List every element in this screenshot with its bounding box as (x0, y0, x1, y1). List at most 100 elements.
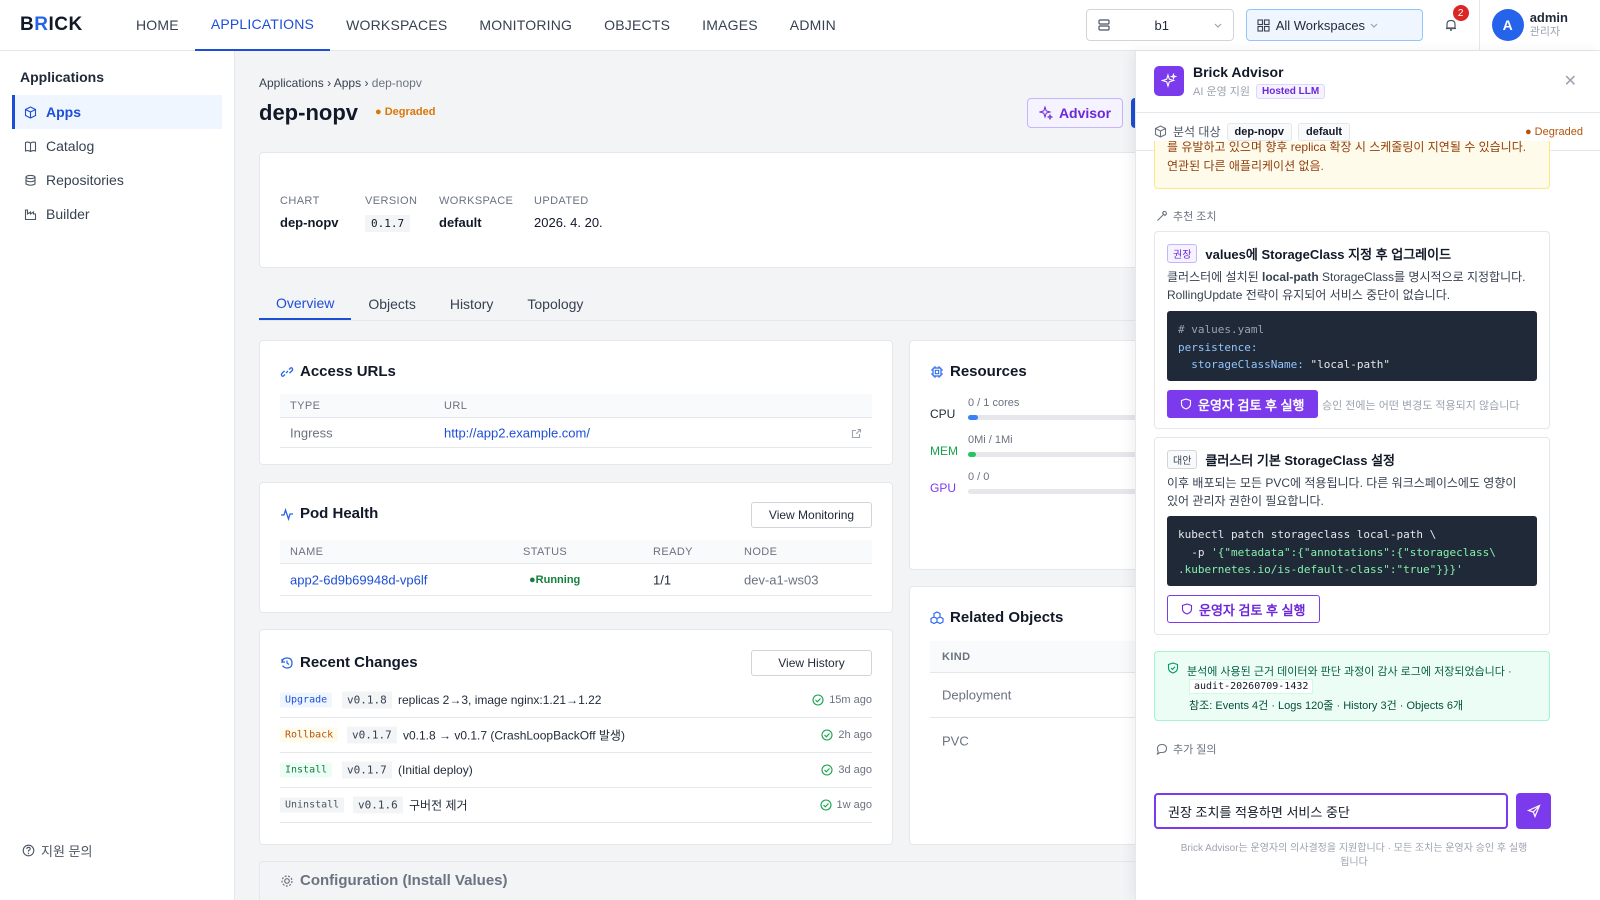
external-link-icon[interactable] (851, 428, 862, 439)
pod-name-link[interactable]: app2-6d9b69948d-vp6lf (290, 572, 427, 587)
factory-icon (24, 208, 38, 221)
advisor-header: Brick Advisor AI 운영 지원 Hosted LLM ✕ (1136, 51, 1600, 113)
recommended-tag: 권장 (1167, 244, 1198, 263)
card-title: Access URLs (280, 363, 396, 380)
recommendation-description: 클러스터에 설치된 local-path StorageClass를 명시적으로… (1167, 270, 1526, 302)
run-after-review-button[interactable]: 운영자 검토 후 실행 (1167, 595, 1320, 623)
card-title: Resources (930, 363, 1027, 380)
sidebar-item-repositories[interactable]: Repositories (12, 163, 222, 197)
tab-history[interactable]: History (433, 288, 511, 320)
recommendation-title: 대안 클러스터 기본 StorageClass 설정 (1167, 450, 1395, 469)
main-nav: HOME APPLICATIONS WORKSPACES MONITORING … (120, 0, 852, 51)
view-monitoring-button[interactable]: View Monitoring (751, 502, 872, 528)
send-button[interactable] (1516, 793, 1551, 829)
check-circle-icon (821, 729, 833, 741)
help-circle-icon (22, 844, 35, 857)
tab-topology[interactable]: Topology (510, 288, 600, 320)
cube-icon (24, 105, 38, 119)
meta-version: VERSION 0.1.7 (365, 195, 418, 232)
brick-logo[interactable]: BRICK (20, 14, 120, 36)
view-history-button[interactable]: View History (751, 650, 872, 676)
recent-changes-card: Recent Changes View History Upgrade v0.1… (259, 629, 893, 845)
cluster-value: b1 (1154, 17, 1169, 33)
history-icon (281, 656, 293, 669)
wrench-icon (1157, 210, 1168, 221)
advisor-button[interactable]: Advisor (1027, 98, 1123, 128)
notification-count-badge: 2 (1452, 5, 1469, 21)
send-icon (1526, 804, 1541, 818)
divider (1478, 0, 1480, 51)
cubes-icon (930, 610, 944, 624)
pod-health-card: Pod Health View Monitoring NAME STATUS R… (259, 482, 893, 613)
change-row: Upgrade v0.1.8 replicas 2→3, image nginx… (280, 683, 872, 718)
check-circle-icon (821, 764, 833, 776)
activity-icon (281, 507, 293, 521)
audit-id[interactable]: audit-20260709-1432 (1189, 679, 1314, 694)
shield-icon (1181, 603, 1193, 615)
sidebar-item-catalog[interactable]: Catalog (12, 129, 222, 163)
user-avatar[interactable]: A (1491, 9, 1524, 41)
support-label: 지원 문의 (41, 844, 93, 859)
user-menu[interactable]: admin 관리자 (1529, 10, 1568, 39)
audit-log-notice: 분석에 사용된 근거 데이터와 판단 과정이 감사 로그에 저장되었습니다 · … (1154, 651, 1550, 721)
workspace-value: All Workspaces (1275, 17, 1366, 33)
nav-workspaces[interactable]: WORKSPACES (330, 0, 463, 51)
nav-home[interactable]: HOME (120, 0, 195, 51)
tab-objects[interactable]: Objects (351, 288, 432, 320)
nav-monitoring[interactable]: MONITORING (463, 0, 588, 51)
table-row: Ingress http://app2.example.com/ (280, 418, 872, 448)
detail-tabs: Overview Objects History Topology (259, 288, 1259, 321)
nav-admin[interactable]: ADMIN (774, 0, 852, 51)
meta-workspace: WORKSPACE default (439, 195, 514, 230)
close-icon[interactable]: ✕ (1564, 71, 1577, 91)
breadcrumb-apps[interactable]: Apps (334, 76, 361, 90)
tab-overview[interactable]: Overview (259, 288, 352, 320)
nav-images[interactable]: IMAGES (686, 0, 774, 51)
followup-section-label: 추가 질의 (1156, 741, 1217, 757)
sparkle-icon (1038, 106, 1053, 120)
card-title: Configuration (Install Values) (280, 872, 508, 889)
sidebar-item-apps[interactable]: Apps (12, 95, 222, 129)
run-after-review-button[interactable]: 운영자 검토 후 실행 (1167, 390, 1318, 418)
link-icon (280, 366, 294, 377)
advisor-button-label: Advisor (1058, 105, 1112, 121)
advisor-question-input[interactable]: 권장 조치를 적용하면 서비스 중단 (1154, 793, 1508, 829)
sidebar-item-label: Apps (46, 104, 81, 120)
sparkle-icon (1161, 73, 1177, 88)
meta-updated: UPDATED 2026. 4. 20. (534, 195, 603, 230)
meta-chart: CHART dep-nopv (280, 195, 339, 230)
sidebar: Applications Apps Catalog Repositories B… (0, 51, 235, 900)
nav-applications[interactable]: APPLICATIONS (194, 0, 331, 51)
page-title: dep-nopv (259, 100, 358, 125)
breadcrumb-applications[interactable]: Applications (259, 76, 324, 90)
breadcrumb-separator: › (327, 76, 332, 90)
advisor-panel: Brick Advisor AI 운영 지원 Hosted LLM ✕ 분석 대… (1135, 51, 1600, 900)
recommend-section-label: 추천 조치 (1156, 208, 1217, 224)
sidebar-title: Applications (20, 69, 105, 85)
top-right-controls: b1 All Workspaces 2 A admin 관리자 (1085, 0, 1600, 51)
breadcrumb-separator: › (364, 76, 369, 90)
alternative-tag: 대안 (1167, 450, 1198, 469)
approval-note: 승인 전에는 어떤 변경도 적용되지 않습니다 (1322, 400, 1520, 412)
server-icon (1098, 19, 1110, 31)
sidebar-item-label: Builder (46, 206, 90, 222)
advisor-title: Brick Advisor (1193, 64, 1284, 80)
cluster-select[interactable]: b1 (1085, 9, 1234, 41)
shield-icon (1180, 398, 1192, 410)
advisor-subtitle: AI 운영 지원 Hosted LLM (1193, 83, 1326, 99)
table-header: NAME STATUS READY NODE (280, 540, 872, 564)
top-navigation-bar: BRICK HOME APPLICATIONS WORKSPACES MONIT… (0, 0, 1600, 51)
change-row: Install v0.1.7 (Initial deploy) 3d ago (280, 753, 872, 788)
url-link[interactable]: http://app2.example.com/ (444, 425, 590, 440)
breadcrumb-current: dep-nopv (371, 76, 422, 90)
recommendation-description: 이후 배포되는 모든 PVC에 적용됩니다. 다른 워크스페이스에도 영향이 있… (1167, 476, 1517, 508)
notification-bell[interactable]: 2 (1439, 5, 1469, 37)
support-link[interactable]: 지원 문의 (22, 841, 92, 860)
workspace-select[interactable]: All Workspaces (1245, 9, 1423, 41)
nav-objects[interactable]: OBJECTS (588, 0, 686, 51)
app-info-card: CHART dep-nopv VERSION 0.1.7 WORKSPACE d… (259, 152, 1259, 268)
user-name: admin (1529, 10, 1568, 26)
sidebar-item-builder[interactable]: Builder (12, 197, 222, 231)
chip-icon (931, 365, 943, 378)
recommendation-card-primary: 권장 values에 StorageClass 지정 후 업그레이드 클러스터에… (1154, 231, 1550, 429)
